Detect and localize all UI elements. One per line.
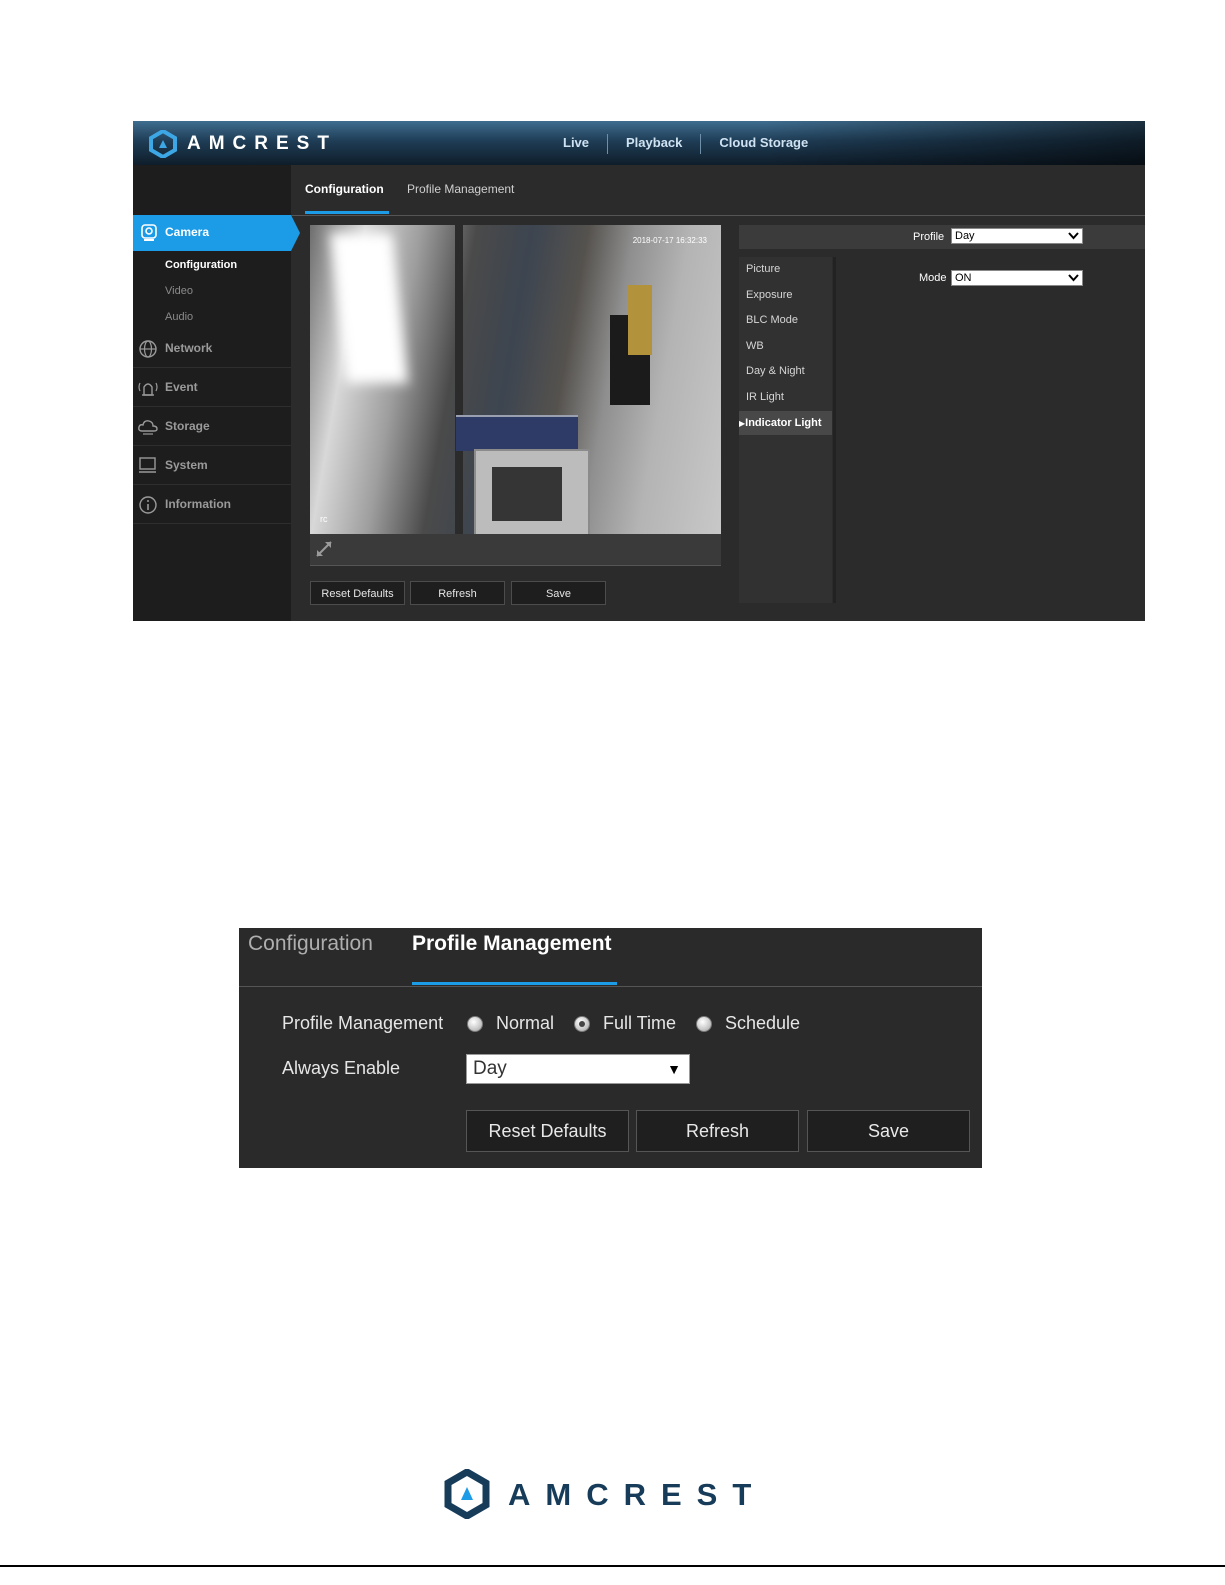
menu-item-indicator-light[interactable]: Indicator Light: [739, 411, 832, 435]
sidebar-item-camera[interactable]: Camera: [133, 215, 300, 251]
video-object: [628, 285, 652, 355]
mode-select[interactable]: ON: [951, 270, 1083, 286]
menu-item-picture[interactable]: Picture: [739, 257, 832, 281]
panel-divider: [833, 257, 836, 603]
amcrest-logo-icon: [444, 1469, 490, 1519]
live-video-preview: 2018-07-17 16:32:33 rc: [310, 225, 721, 534]
always-enable-value: Day: [473, 1058, 507, 1079]
active-tab-underline: [412, 982, 617, 985]
radio-full-time-label: Full Time: [603, 1013, 677, 1033]
profile-label: Profile: [913, 231, 945, 243]
chevron-down-icon: [1068, 274, 1079, 282]
radio-schedule[interactable]: [696, 1016, 712, 1032]
brand-name: AMCREST: [187, 133, 337, 154]
menu-item-ir-light[interactable]: IR Light: [739, 385, 832, 409]
sidebar-item-system[interactable]: System: [133, 446, 291, 485]
reset-defaults-button[interactable]: Reset Defaults: [310, 581, 405, 605]
reset-defaults-button[interactable]: Reset Defaults: [466, 1110, 629, 1152]
tab-profile-management[interactable]: Profile Management: [412, 932, 612, 956]
active-tab-underline: [305, 211, 389, 214]
profile-header: Profile Day: [739, 225, 1145, 249]
mode-label: Mode: [919, 272, 947, 284]
dropdown-arrow-icon: ▼: [667, 1061, 681, 1077]
sidebar-item-label: Information: [165, 497, 231, 511]
camera-icon: [141, 224, 157, 241]
video-overlay-label: rc: [320, 514, 328, 524]
video-timestamp: 2018-07-17 16:32:33: [632, 236, 707, 245]
sidebar-item-information[interactable]: Information: [133, 485, 291, 524]
top-nav: Live Playback Cloud Storage: [545, 134, 826, 154]
sidebar-item-label: Camera: [165, 225, 210, 239]
menu-item-exposure[interactable]: Exposure: [739, 283, 832, 307]
sidebar-item-label: Network: [165, 341, 213, 355]
sidebar: Camera Configuration Video Audio Network…: [133, 165, 300, 621]
refresh-button[interactable]: Refresh: [410, 581, 505, 605]
radio-full-time[interactable]: [574, 1016, 590, 1032]
sidebar-item-label: Event: [165, 380, 198, 394]
footer-brand-name: AMCREST: [508, 1477, 767, 1512]
info-icon: [139, 496, 157, 514]
sidebar-item-storage[interactable]: Storage: [133, 407, 291, 446]
menu-item-blc-mode[interactable]: BLC Mode: [739, 308, 832, 332]
video-counter: [456, 415, 578, 451]
video-pillar: [455, 225, 463, 534]
radio-schedule-label: Schedule: [725, 1013, 801, 1033]
nav-playback[interactable]: Playback: [608, 134, 702, 154]
sidebar-sub-video[interactable]: Video: [165, 285, 193, 297]
globe-icon: [139, 340, 157, 358]
footer-divider: [0, 1565, 1225, 1567]
monitor-icon: [139, 457, 156, 473]
video-control-bar: [310, 534, 721, 566]
top-bar: AMCREST Live Playback Cloud Storage: [133, 121, 1145, 165]
profile-management-screenshot: Configuration Profile Management Profile…: [239, 928, 982, 1168]
nav-live[interactable]: Live: [545, 134, 609, 154]
sidebar-item-label: Storage: [165, 419, 210, 433]
video-door: [474, 449, 590, 534]
sidebar-sub-audio[interactable]: Audio: [165, 311, 193, 323]
amcrest-logo-icon: [149, 130, 177, 158]
profile-management-label: Profile Management: [282, 1013, 444, 1033]
profile-select[interactable]: Day: [951, 228, 1083, 244]
tab-bar: Configuration Profile Management: [239, 928, 982, 987]
save-button[interactable]: Save: [807, 1110, 970, 1152]
camera-config-screenshot: AMCREST Live Playback Cloud Storage Came…: [133, 121, 1145, 621]
always-enable-label: Always Enable: [282, 1058, 401, 1078]
radio-normal-label: Normal: [496, 1013, 555, 1033]
refresh-button[interactable]: Refresh: [636, 1110, 799, 1152]
always-enable-select[interactable]: Day ▼: [466, 1054, 690, 1084]
alarm-icon: [138, 382, 158, 396]
settings-menu: Picture Exposure BLC Mode WB Day & Night…: [739, 257, 832, 603]
fullscreen-icon[interactable]: [313, 538, 335, 560]
tab-configuration[interactable]: Configuration: [305, 182, 384, 196]
profile-select-value: Day: [955, 230, 975, 242]
radio-normal[interactable]: [467, 1016, 483, 1032]
tab-bar: Configuration Profile Management: [291, 165, 1145, 216]
nav-cloud-storage[interactable]: Cloud Storage: [701, 134, 826, 154]
tab-configuration[interactable]: Configuration: [248, 932, 373, 956]
save-button[interactable]: Save: [511, 581, 606, 605]
sidebar-item-network[interactable]: Network: [133, 329, 291, 368]
menu-item-wb[interactable]: WB: [739, 334, 832, 358]
sidebar-sub-configuration[interactable]: Configuration: [165, 259, 237, 271]
sidebar-item-label: System: [165, 458, 208, 472]
chevron-down-icon: [1068, 232, 1079, 240]
mode-select-value: ON: [955, 272, 972, 284]
video-bright-window: [330, 233, 408, 383]
menu-item-day-night[interactable]: Day & Night: [739, 359, 832, 383]
sidebar-item-event[interactable]: Event: [133, 368, 291, 407]
cloud-icon: [138, 420, 158, 435]
tab-profile-management[interactable]: Profile Management: [407, 182, 514, 196]
